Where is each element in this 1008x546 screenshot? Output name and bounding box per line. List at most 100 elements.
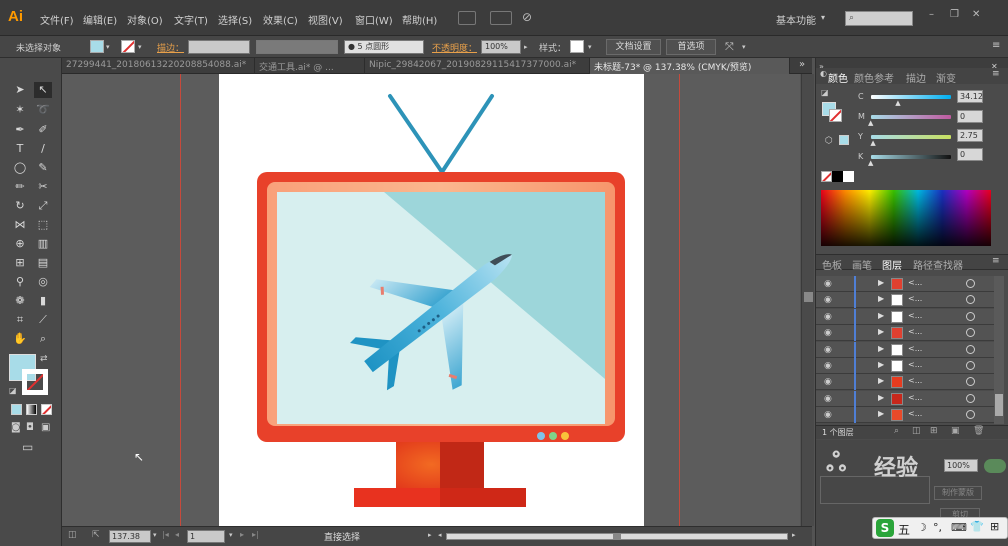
- tab-swatches[interactable]: 色板: [822, 257, 842, 272]
- channel-m-thumb[interactable]: ▲: [868, 119, 873, 127]
- layer-name[interactable]: <...: [908, 409, 922, 418]
- blend-tool-icon[interactable]: ◎: [34, 274, 52, 290]
- chevron-down-icon[interactable]: ▾: [821, 13, 825, 22]
- artboard[interactable]: [219, 74, 644, 526]
- scissors-tool-icon[interactable]: ✂: [34, 179, 52, 195]
- menu-type[interactable]: 文字(T): [174, 12, 208, 27]
- layer-row[interactable]: ◉ ▶ <...: [816, 407, 994, 424]
- pen-tool-icon[interactable]: ✒: [11, 122, 29, 138]
- chevron-down-icon[interactable]: ▾: [153, 531, 157, 539]
- target-icon[interactable]: [966, 344, 975, 354]
- channel-c-value[interactable]: 34.12: [957, 90, 983, 103]
- transparency-toggle[interactable]: [984, 459, 1006, 473]
- tab-layers[interactable]: 图层: [882, 257, 902, 272]
- layers-scrollbar[interactable]: [994, 276, 1004, 424]
- default-fill-stroke-icon[interactable]: ◪: [821, 88, 829, 97]
- expand-triangle-icon[interactable]: ▶: [878, 327, 884, 336]
- swap-colors-icon[interactable]: ⇄: [40, 354, 48, 364]
- expand-triangle-icon[interactable]: ▶: [878, 311, 884, 320]
- width-tool-icon[interactable]: ⋈: [11, 217, 29, 233]
- graphic-style-swatch[interactable]: [570, 40, 584, 53]
- new-sublayer-icon[interactable]: ⊞: [930, 426, 938, 436]
- expand-triangle-icon[interactable]: ▶: [878, 393, 884, 402]
- draw-inside-icon[interactable]: ▣: [41, 422, 50, 433]
- menu-file[interactable]: 文件(F): [40, 12, 74, 27]
- layer-name[interactable]: <...: [908, 344, 922, 353]
- gamut-swatch[interactable]: [839, 135, 849, 145]
- stroke-swatch[interactable]: [121, 40, 135, 53]
- scroll-left-icon[interactable]: ◂: [438, 531, 442, 539]
- eye-icon[interactable]: ◉: [824, 345, 832, 355]
- opacity-input[interactable]: 100%: [481, 40, 521, 54]
- menu-effect[interactable]: 效果(C): [263, 12, 298, 27]
- target-icon[interactable]: [966, 311, 975, 321]
- layer-name[interactable]: <...: [908, 360, 922, 369]
- last-artboard-icon[interactable]: ▸|: [252, 530, 259, 539]
- shape-builder-tool-icon[interactable]: ⊕: [11, 236, 29, 252]
- close-button[interactable]: ✕: [972, 9, 980, 20]
- none-swatch[interactable]: [821, 171, 832, 182]
- draw-normal-icon[interactable]: ◙: [11, 422, 21, 433]
- brush-definition-select[interactable]: ● 5 点圆形: [344, 40, 424, 54]
- minimize-button[interactable]: –: [929, 9, 934, 20]
- eye-icon[interactable]: ◉: [824, 410, 832, 420]
- variable-width-profile-select[interactable]: [256, 40, 338, 54]
- make-clipping-mask-icon[interactable]: ◫: [912, 426, 921, 436]
- export-icon[interactable]: ⇱: [92, 530, 100, 540]
- fill-swatch[interactable]: [90, 40, 104, 53]
- tab-color-guide[interactable]: 颜色参考: [854, 70, 894, 85]
- tab-color[interactable]: 颜色: [828, 70, 848, 85]
- canvas-area[interactable]: ↖: [62, 74, 800, 526]
- first-artboard-icon[interactable]: |◂: [162, 530, 169, 539]
- line-tool-icon[interactable]: /: [34, 141, 52, 157]
- color-spectrum[interactable]: [821, 190, 991, 246]
- target-icon[interactable]: [966, 361, 975, 370]
- horizontal-scrollbar[interactable]: [446, 533, 788, 540]
- tab-pathfinder[interactable]: 路径查找器: [913, 257, 963, 272]
- color-mode-icon[interactable]: [11, 404, 22, 415]
- layer-name[interactable]: <...: [908, 311, 922, 320]
- tab-stroke[interactable]: 描边: [906, 70, 926, 85]
- channel-c-slider[interactable]: [871, 95, 951, 99]
- column-graph-tool-icon[interactable]: ▮: [34, 293, 52, 309]
- target-icon[interactable]: [966, 410, 975, 420]
- tab-overflow-button[interactable]: »: [799, 59, 805, 70]
- screen-mode-icon[interactable]: ▭: [22, 440, 33, 454]
- type-tool-icon[interactable]: T: [11, 141, 29, 157]
- channel-y-thumb[interactable]: ▲: [870, 139, 875, 147]
- mesh-tool-icon[interactable]: ⊞: [11, 255, 29, 271]
- chevron-down-icon[interactable]: ▾: [229, 531, 233, 539]
- ime-toolbar[interactable]: S 五 ☽ °, ⌨ 👕 ⊞: [872, 517, 1008, 539]
- arrange-icon[interactable]: ⤧: [725, 40, 734, 54]
- panel-menu-icon[interactable]: ≡: [992, 69, 1000, 79]
- panel-menu-icon[interactable]: ≡: [992, 256, 1000, 266]
- locate-object-icon[interactable]: ⌕: [894, 426, 899, 436]
- scroll-right-icon[interactable]: ▸: [792, 531, 796, 539]
- ellipse-tool-icon[interactable]: ◯: [11, 160, 29, 176]
- tab-document-3[interactable]: Nipic_29842067_20190829115417377000.ai*: [365, 58, 590, 74]
- skin-icon[interactable]: 👕: [970, 520, 984, 533]
- layer-row[interactable]: ◉ ▶ <...: [816, 325, 994, 342]
- stroke-label[interactable]: 描边：: [157, 41, 184, 54]
- previous-artboard-icon[interactable]: ◂: [175, 530, 179, 539]
- toolbox-icon[interactable]: ⊞: [990, 520, 999, 533]
- tv-illustration[interactable]: [219, 74, 644, 526]
- tab-document-1[interactable]: 27299441_20180613220208854088.ai*: [62, 58, 255, 74]
- gradient-tool-icon[interactable]: ▤: [34, 255, 52, 271]
- menu-select[interactable]: 选择(S): [218, 12, 252, 27]
- chevron-right-icon[interactable]: ▸: [428, 531, 432, 539]
- tab-gradient[interactable]: 渐变: [936, 70, 956, 85]
- pencil-tool-icon[interactable]: ✏: [11, 179, 29, 195]
- stroke-weight-input[interactable]: [188, 40, 250, 54]
- menu-edit[interactable]: 编辑(E): [83, 12, 117, 27]
- curvature-tool-icon[interactable]: ✐: [34, 122, 52, 138]
- layer-row[interactable]: ◉ ▶ <...: [816, 358, 994, 374]
- channel-k-value[interactable]: 0: [957, 148, 983, 161]
- layer-row[interactable]: ◉ ▶ <...: [816, 374, 994, 391]
- restore-button[interactable]: ❐: [950, 9, 959, 20]
- expand-triangle-icon[interactable]: ▶: [878, 376, 884, 385]
- channel-k-thumb[interactable]: ▲: [868, 159, 873, 167]
- moon-icon[interactable]: ☽: [917, 521, 927, 534]
- layer-row[interactable]: ◉ ▶ <...: [816, 341, 994, 358]
- white-swatch[interactable]: [843, 171, 854, 182]
